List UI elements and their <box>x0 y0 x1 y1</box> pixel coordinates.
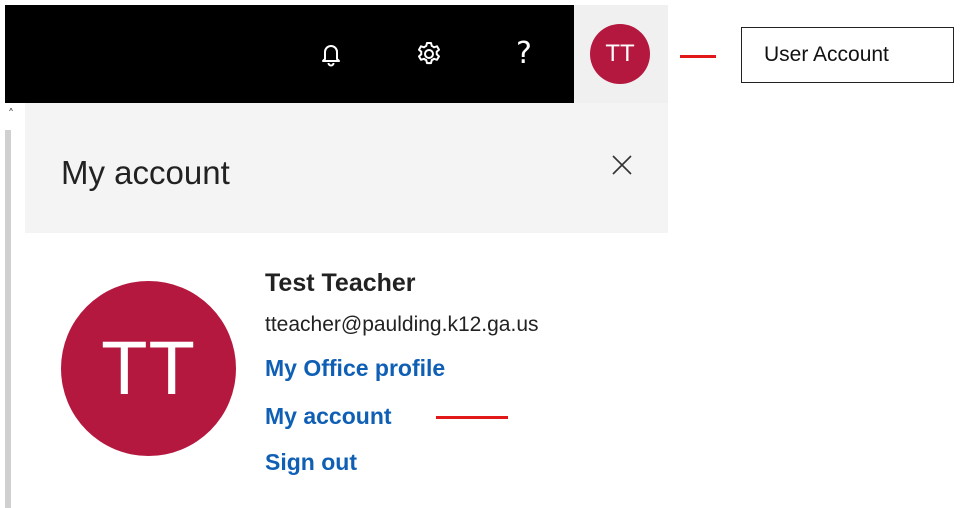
sign-out-link[interactable]: Sign out <box>265 449 357 476</box>
close-button[interactable] <box>605 148 639 182</box>
my-account-panel-body: TT Test Teacher tteacher@paulding.k12.ga… <box>25 233 668 508</box>
scrollbar-thumb[interactable] <box>5 130 11 508</box>
gear-icon[interactable] <box>405 30 453 78</box>
callout-label: User Account <box>764 43 889 66</box>
bell-icon[interactable] <box>307 30 355 78</box>
my-account-link[interactable]: My account <box>265 403 392 430</box>
avatar: TT <box>61 281 236 456</box>
top-navigation-bar: ? <box>5 5 574 103</box>
user-account-area: TT <box>574 5 668 103</box>
user-avatar-button[interactable]: TT <box>590 24 650 84</box>
my-account-marker-line <box>436 416 508 419</box>
callout-connector-line <box>680 55 716 58</box>
avatar-large-initials: TT <box>101 326 196 411</box>
user-name: Test Teacher <box>265 269 416 297</box>
callout-box: User Account <box>741 27 954 83</box>
scroll-up-icon[interactable]: ˄ <box>4 107 18 121</box>
help-icon[interactable]: ? <box>500 30 548 78</box>
close-icon <box>612 155 632 175</box>
avatar-initials: TT <box>605 40 635 67</box>
my-office-profile-link[interactable]: My Office profile <box>265 355 445 382</box>
my-account-panel-header: My account <box>25 103 668 233</box>
panel-title: My account <box>61 154 230 191</box>
user-email: tteacher@paulding.k12.ga.us <box>265 313 539 336</box>
help-glyph: ? <box>516 36 532 71</box>
